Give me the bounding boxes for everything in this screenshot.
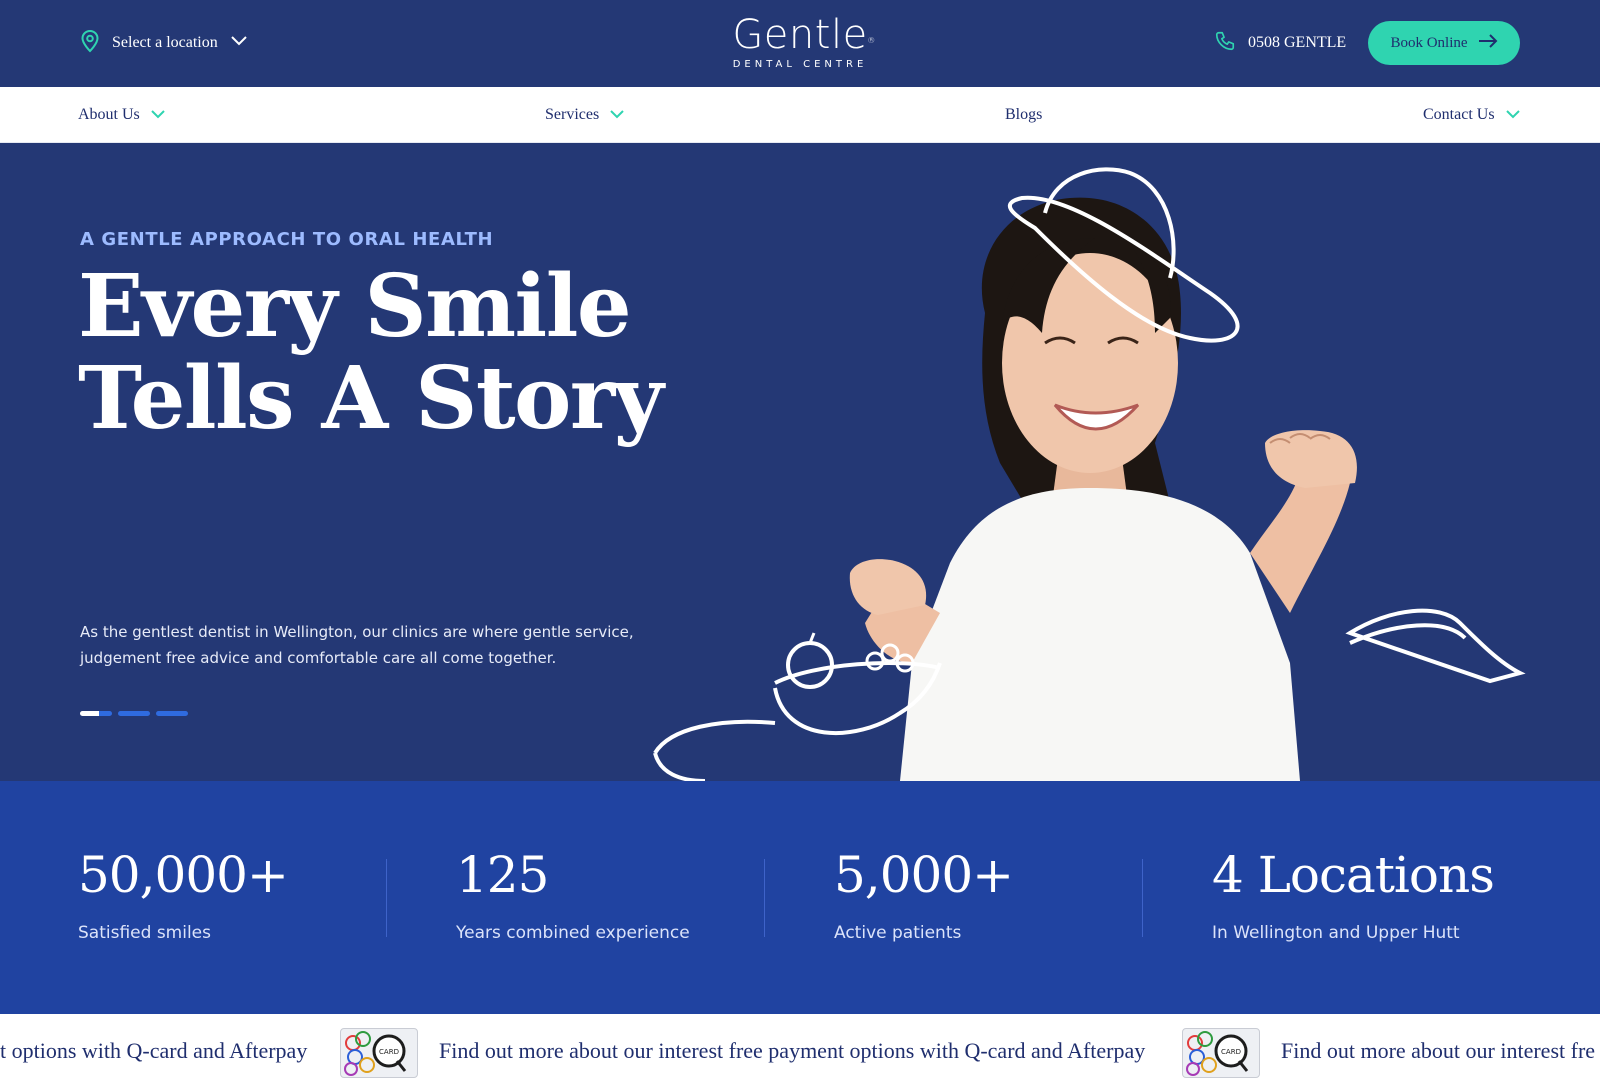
book-online-button[interactable]: Book Online: [1368, 21, 1520, 65]
nav-item-about-us[interactable]: About Us: [78, 87, 166, 143]
payment-ticker[interactable]: t options with Q-card and Afterpay CARD …: [0, 1014, 1600, 1091]
location-label: Select a location: [112, 34, 218, 51]
logo-wordmark: Gentle ®: [732, 12, 875, 58]
qcard-logo-icon: CARD: [1182, 1028, 1260, 1078]
stat-item: 4 Locations In Wellington and Upper Hutt: [1212, 845, 1495, 943]
nav-label: Contact Us: [1423, 106, 1495, 123]
logo[interactable]: Gentle ® DENTAL CENTRE: [700, 12, 900, 72]
stats-section: 50,000+ Satisfied smiles 125 Years combi…: [0, 781, 1600, 1014]
nav-label: Services: [545, 106, 600, 123]
stat-item: 5,000+ Active patients: [834, 845, 1014, 943]
stat-label: Active patients: [834, 923, 962, 943]
chevron-down-icon: [609, 106, 625, 124]
slider-dot-2[interactable]: [118, 711, 150, 716]
arrow-right-icon: [1478, 33, 1498, 53]
logo-trademark: ®: [867, 36, 876, 45]
logo-main-text: Gentle: [732, 12, 868, 58]
chevron-down-icon: [230, 34, 248, 52]
hero-section: A GENTLE APPROACH TO ORAL HEALTH Every S…: [0, 143, 1600, 781]
map-pin-icon: [80, 29, 100, 58]
hero-description: As the gentlest dentist in Wellington, o…: [80, 623, 634, 667]
nav-item-blogs[interactable]: Blogs: [1005, 87, 1042, 143]
stat-divider: [386, 859, 387, 937]
slider-dot-1[interactable]: [80, 711, 112, 716]
qcard-logo-icon: CARD: [340, 1028, 418, 1078]
stat-value: 5,000+: [834, 846, 1014, 904]
stat-label: Satisfied smiles: [78, 923, 211, 943]
ticker-text[interactable]: t options with Q-card and Afterpay: [0, 1038, 307, 1064]
slider-dots: [80, 711, 188, 716]
phone-link[interactable]: 0508 GENTLE: [1214, 28, 1346, 58]
book-online-label: Book Online: [1390, 34, 1468, 51]
qcard-card-text: CARD: [1221, 1048, 1241, 1056]
stat-label: In Wellington and Upper Hutt: [1212, 923, 1460, 943]
chevron-down-icon: [150, 106, 166, 124]
nav-label: About Us: [78, 106, 140, 123]
location-selector[interactable]: Select a location: [80, 28, 248, 58]
slider-dot-3[interactable]: [156, 711, 188, 716]
nav-label: Blogs: [1005, 106, 1043, 123]
hero-headline-line-1: Every Smile: [78, 256, 632, 357]
stat-value: 50,000+: [78, 846, 289, 904]
stat-item: 125 Years combined experience: [456, 845, 690, 943]
stat-value: 125: [456, 846, 549, 904]
hero-image: [653, 167, 1526, 781]
nav-item-services[interactable]: Services: [545, 87, 625, 143]
nav-item-contact-us[interactable]: Contact Us: [1423, 87, 1521, 143]
chevron-down-icon: [1505, 106, 1521, 124]
phone-number: 0508 GENTLE: [1248, 34, 1347, 51]
hero-eyebrow: A GENTLE APPROACH TO ORAL HEALTH: [80, 229, 494, 250]
stat-value: 4 Locations: [1212, 846, 1495, 904]
phone-icon: [1214, 30, 1236, 57]
stat-item: 50,000+ Satisfied smiles: [78, 845, 289, 943]
main-nav: About Us Services Blogs Contact Us: [0, 87, 1600, 143]
hero-headline-line-2: Tells A Story: [78, 348, 664, 449]
qcard-card-text: CARD: [379, 1048, 399, 1056]
hero-headline: Every Smile Tells A Story: [78, 261, 698, 445]
ticker-text[interactable]: Find out more about our interest fre: [1281, 1038, 1595, 1064]
stat-divider: [764, 859, 765, 937]
top-bar: Select a location Gentle ® DENTAL CENTRE …: [0, 0, 1600, 87]
stat-label: Years combined experience: [456, 923, 690, 943]
stat-divider: [1142, 859, 1143, 937]
ticker-text[interactable]: Find out more about our interest free pa…: [439, 1038, 1145, 1064]
